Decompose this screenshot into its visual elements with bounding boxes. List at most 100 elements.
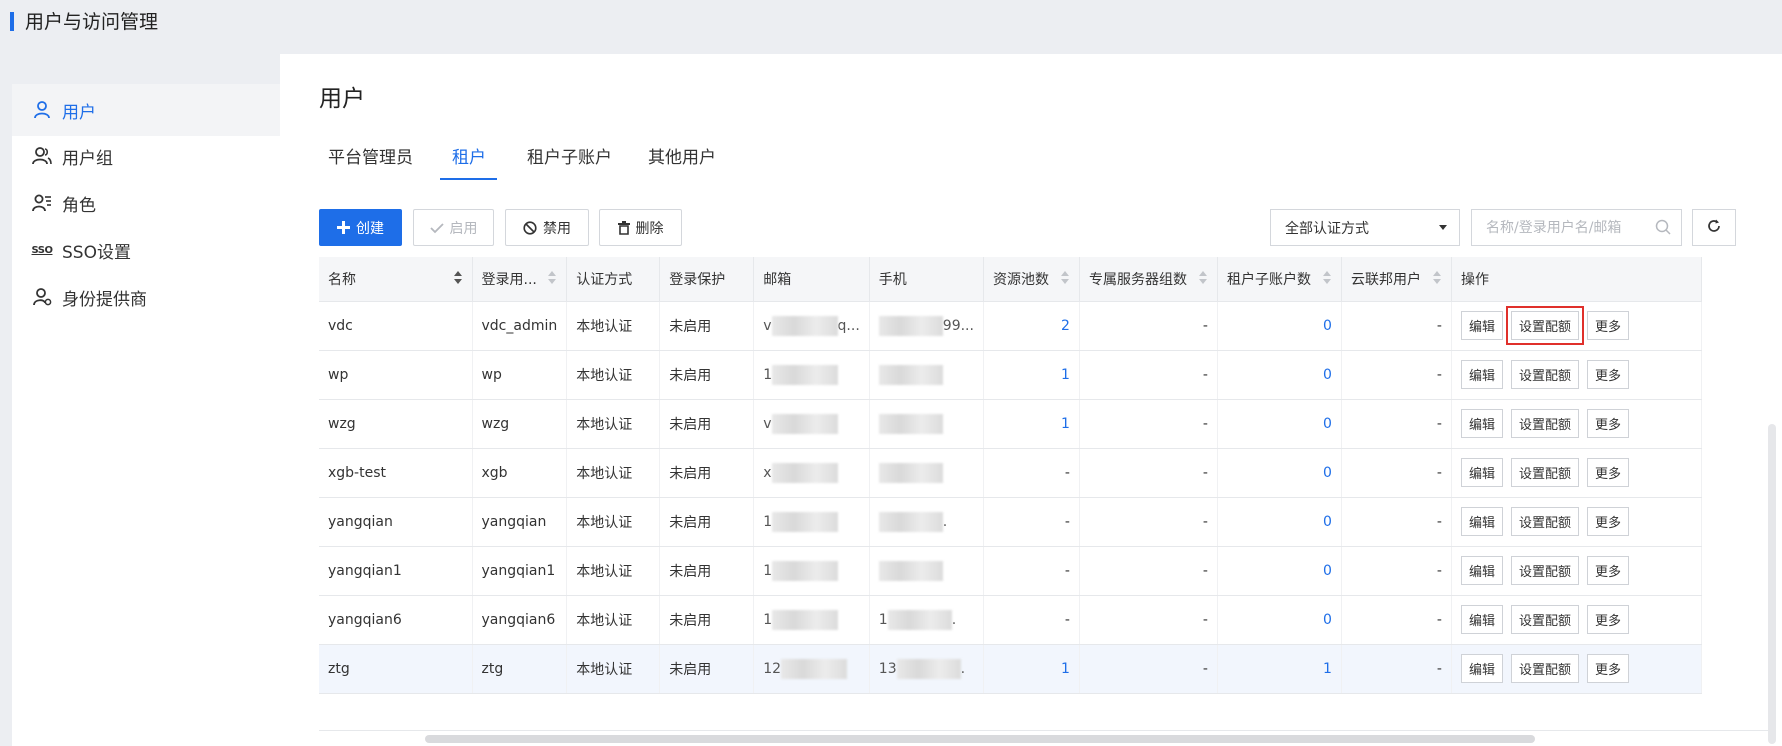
more-button[interactable]: 更多 — [1587, 311, 1630, 340]
sidebar-item-identity-providers[interactable]: 身份提供商 — [12, 271, 280, 323]
sidebar-item-user-groups[interactable]: 用户组 — [12, 130, 280, 182]
auth-method-select[interactable]: 全部认证方式 — [1270, 209, 1460, 246]
sort-icon[interactable] — [1322, 271, 1331, 285]
set-quota-button[interactable]: 设置配额 — [1510, 507, 1579, 536]
table-row[interactable]: wzg wzg 本地认证 未启用 v 1-0- 编辑 设置配额 更多 — [319, 399, 1702, 449]
sidebar-item-sso[interactable]: SSO SSO设置 — [12, 224, 280, 276]
tab-platform-admins[interactable]: 平台管理员 — [328, 136, 413, 180]
more-button[interactable]: 更多 — [1587, 556, 1630, 585]
cell-subaccounts[interactable]: 0 — [1217, 448, 1342, 498]
more-button[interactable]: 更多 — [1587, 507, 1630, 536]
sort-icon[interactable] — [1198, 271, 1207, 285]
cell-servers: - — [1079, 546, 1218, 596]
cell-subaccounts[interactable]: 0 — [1217, 546, 1342, 596]
cell-pools[interactable]: 2 — [983, 301, 1080, 351]
cell-phone: 13. — [869, 644, 984, 694]
set-quota-button[interactable]: 设置配额 — [1510, 360, 1579, 389]
set-quota-button[interactable]: 设置配额 — [1510, 409, 1579, 438]
create-button[interactable]: 创建 — [319, 209, 402, 246]
cell-actions: 编辑 设置配额 更多 — [1451, 546, 1702, 596]
table-row[interactable]: wp wp 本地认证 未启用 1 1-0- 编辑 设置配额 更多 — [319, 350, 1702, 400]
column-header-federated[interactable]: 云联邦用户 — [1341, 257, 1452, 302]
horizontal-scrollbar[interactable] — [425, 735, 1535, 743]
cell-subaccounts[interactable]: 0 — [1217, 497, 1342, 547]
edit-button[interactable]: 编辑 — [1460, 360, 1503, 389]
table-row[interactable]: xgb-test xgb 本地认证 未启用 x - -0- 编辑 设置配额 更多 — [319, 448, 1702, 498]
tab-tenants[interactable]: 租户 — [452, 136, 486, 180]
redacted-email — [771, 462, 838, 483]
column-header-name[interactable]: 名称 — [319, 257, 473, 302]
edit-button[interactable]: 编辑 — [1460, 458, 1503, 487]
sort-icon[interactable] — [548, 271, 557, 285]
top-bar: 用户与访问管理 — [0, 0, 1782, 54]
vertical-scrollbar[interactable] — [1768, 424, 1776, 744]
more-button[interactable]: 更多 — [1587, 360, 1630, 389]
column-header-subaccounts[interactable]: 租户子账户数 — [1217, 257, 1342, 302]
edit-button[interactable]: 编辑 — [1460, 654, 1503, 683]
table-row[interactable]: vdc vdc_admin 本地认证 未启用 v q... 99... 2-0- 编辑 设置配额更… — [319, 301, 1702, 351]
table-row[interactable]: yangqian1 yangqian1 本地认证 未启用 1- -0- 编辑 设置配额 更多 — [319, 546, 1702, 596]
tab-tenant-subaccounts[interactable]: 租户子账户 — [527, 136, 612, 180]
edit-button[interactable]: 编辑 — [1460, 556, 1503, 585]
cell-auth: 本地认证 — [566, 448, 661, 498]
column-header-login[interactable]: 登录用... — [472, 257, 568, 302]
sort-icon[interactable] — [1060, 271, 1069, 285]
column-header-protect: 登录保护 — [659, 257, 755, 302]
phone-visible-suffix: . — [951, 611, 957, 628]
cell-pools[interactable]: 1 — [983, 350, 1080, 400]
redacted-phone — [878, 511, 943, 532]
cell-auth: 本地认证 — [566, 595, 661, 645]
page-title: 用户 — [319, 86, 365, 112]
edit-button[interactable]: 编辑 — [1460, 311, 1503, 340]
email-visible-prefix: 12 — [763, 660, 782, 677]
set-quota-button[interactable]: 设置配额 — [1505, 306, 1585, 345]
cell-protect: 未启用 — [659, 301, 755, 351]
more-button[interactable]: 更多 — [1587, 409, 1630, 438]
set-quota-button[interactable]: 设置配额 — [1510, 458, 1579, 487]
more-button[interactable]: 更多 — [1587, 605, 1630, 634]
table-row[interactable]: ztg ztg 本地认证 未启用 12 13. 1-1- 编辑 设置配额 更多 — [319, 644, 1702, 694]
redacted-email — [771, 315, 838, 336]
cell-phone: 99... — [869, 301, 984, 351]
sort-icon[interactable] — [453, 271, 462, 285]
more-button[interactable]: 更多 — [1587, 654, 1630, 683]
search-input[interactable] — [1472, 210, 1652, 245]
sidebar-item-roles[interactable]: 角色 — [12, 177, 280, 229]
edit-button[interactable]: 编辑 — [1460, 507, 1503, 536]
identity-provider-icon — [30, 285, 54, 309]
column-header-pools[interactable]: 资源池数 — [983, 257, 1080, 302]
cell-pools[interactable]: 1 — [983, 399, 1080, 449]
phone-visible-suffix: . — [960, 660, 966, 677]
cell-subaccounts[interactable]: 0 — [1217, 399, 1342, 449]
redacted-phone — [878, 462, 943, 483]
set-quota-button[interactable]: 设置配额 — [1510, 654, 1579, 683]
cell-subaccounts[interactable]: 0 — [1217, 350, 1342, 400]
disable-button[interactable]: 禁用 — [505, 209, 589, 246]
email-visible-prefix: 1 — [763, 366, 773, 383]
cell-phone — [869, 350, 984, 400]
edit-button[interactable]: 编辑 — [1460, 409, 1503, 438]
sidebar-item-users[interactable]: 用户 — [12, 84, 280, 136]
tab-other-users[interactable]: 其他用户 — [648, 136, 716, 180]
cell-subaccounts[interactable]: 1 — [1217, 644, 1342, 694]
sort-icon[interactable] — [1432, 271, 1441, 285]
edit-button[interactable]: 编辑 — [1460, 605, 1503, 634]
table-row[interactable]: yangqian6 yangqian6 本地认证 未启用 1 1. - -0- 编辑 设置配额 更多 — [319, 595, 1702, 645]
delete-button[interactable]: 删除 — [599, 209, 682, 246]
enable-button[interactable]: 启用 — [413, 209, 494, 246]
table-row[interactable]: yangqian yangqian 本地认证 未启用 1. - -0- 编辑 设置配额 更多 — [319, 497, 1702, 547]
set-quota-button[interactable]: 设置配额 — [1510, 556, 1579, 585]
cell-pools[interactable]: 1 — [983, 644, 1080, 694]
cell-subaccounts[interactable]: 0 — [1217, 301, 1342, 351]
cell-email: 1 — [753, 546, 870, 596]
cell-subaccounts[interactable]: 0 — [1217, 595, 1342, 645]
disable-button-label: 禁用 — [543, 220, 571, 237]
search-icon[interactable] — [1655, 219, 1671, 239]
set-quota-button[interactable]: 设置配额 — [1510, 605, 1579, 634]
refresh-button[interactable] — [1692, 209, 1736, 246]
column-header-auth: 认证方式 — [566, 257, 661, 302]
cell-email: v — [753, 399, 870, 449]
cell-email: 1 — [753, 497, 870, 547]
column-header-servers[interactable]: 专属服务器组数 — [1079, 257, 1218, 302]
more-button[interactable]: 更多 — [1587, 458, 1630, 487]
